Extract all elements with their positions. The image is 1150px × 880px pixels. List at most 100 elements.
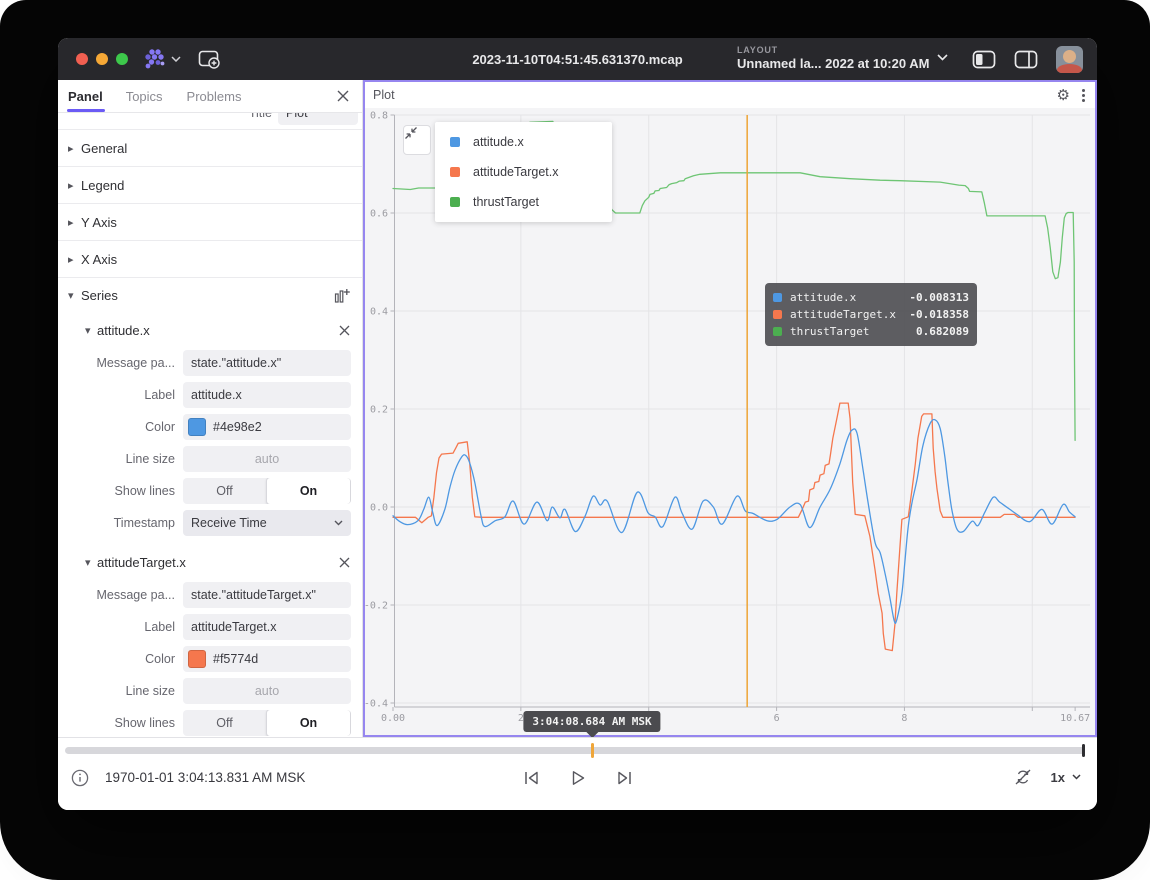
series-line-attitude.x <box>393 419 1075 623</box>
tab-topics[interactable]: Topics <box>126 89 163 104</box>
close-icon <box>339 325 350 336</box>
panel-menu-button[interactable] <box>1080 87 1087 104</box>
current-timestamp: 1970-01-01 3:04:13.831 AM MSK <box>105 770 305 785</box>
chevron-down-icon <box>1072 774 1081 780</box>
close-sidebar-button[interactable] <box>335 88 351 104</box>
sidebar-tabbar: Panel Topics Problems <box>58 80 362 113</box>
legend-item[interactable]: attitude.x <box>435 127 612 157</box>
play-button[interactable] <box>565 765 591 791</box>
field-label: Label attitudeTarget.x <box>58 611 362 643</box>
tooltip-row: attitude.x-0.008313 <box>773 289 969 306</box>
svg-text:0.4: 0.4 <box>370 307 388 318</box>
tab-panel[interactable]: Panel <box>68 89 103 104</box>
field-line-size: Line size auto <box>58 675 362 707</box>
add-panel-button[interactable] <box>197 48 221 70</box>
play-icon <box>569 769 587 787</box>
layout-switcher[interactable]: LAYOUT Unnamed la... 2022 at 10:20 AM <box>737 43 948 71</box>
field-color: Color #4e98e2 <box>58 411 362 443</box>
right-sidebar-toggle-button[interactable] <box>1014 50 1038 69</box>
tooltip-swatch <box>773 310 782 319</box>
color-swatch[interactable] <box>188 418 206 436</box>
right-sidebar-icon <box>1014 50 1038 69</box>
legend-item[interactable]: attitudeTarget.x <box>435 157 612 187</box>
tab-problems[interactable]: Problems <box>187 89 242 104</box>
label-input[interactable]: attitudeTarget.x <box>183 614 351 640</box>
show-lines-off-button[interactable]: Off <box>183 478 266 504</box>
svg-text:-0.2: -0.2 <box>365 601 388 612</box>
seek-to-start-button[interactable] <box>519 765 545 791</box>
panel-settings-button[interactable]: ⚙ <box>1057 88 1070 103</box>
playback-speed-select[interactable]: 1x <box>1051 770 1081 785</box>
data-source-info-button[interactable] <box>70 768 90 788</box>
section-legend[interactable]: ▸ Legend <box>58 166 362 203</box>
remove-series-button[interactable] <box>339 557 350 568</box>
setting-row-title-clipped: Title Plot <box>58 113 362 129</box>
plot-panel-header: Plot ⚙ <box>365 82 1095 108</box>
color-swatch[interactable] <box>188 650 206 668</box>
color-input[interactable]: #4e98e2 <box>183 414 351 440</box>
series-line-attitudeTarget.x <box>393 403 1075 650</box>
svg-text:0.8: 0.8 <box>370 111 388 122</box>
label-input[interactable]: attitude.x <box>183 382 351 408</box>
svg-text:0.2: 0.2 <box>370 405 388 416</box>
section-x-axis[interactable]: ▸ X Axis <box>58 240 362 277</box>
legend-swatch <box>450 167 460 177</box>
foxglove-logo-icon <box>142 47 168 71</box>
plot-legend: attitude.x attitudeTarget.x thrustTarget <box>435 122 612 222</box>
plot-panel[interactable]: Plot ⚙ 0.80.60.40.20.0-0.2-0.40.00246810… <box>363 80 1097 737</box>
zoom-window-button[interactable] <box>116 53 128 65</box>
timestamp-select[interactable]: Receive Time <box>183 510 351 536</box>
window-controls <box>76 53 128 65</box>
caret-right-icon: ▸ <box>68 179 80 192</box>
caret-down-icon: ▾ <box>68 289 80 302</box>
seek-end-marker <box>1082 744 1085 757</box>
add-series-button[interactable] <box>334 288 350 304</box>
close-window-button[interactable] <box>76 53 88 65</box>
remove-series-button[interactable] <box>339 325 350 336</box>
seek-playhead-marker[interactable] <box>591 743 594 758</box>
user-avatar[interactable] <box>1056 46 1083 73</box>
section-y-axis[interactable]: ▸ Y Axis <box>58 203 362 240</box>
app-menu-button[interactable] <box>142 47 181 71</box>
caret-right-icon: ▸ <box>68 142 80 155</box>
titlebar: 2023-11-10T04:51:45.631370.mcap LAYOUT U… <box>58 38 1097 80</box>
color-input[interactable]: #f5774d <box>183 646 351 672</box>
title-field-input[interactable]: Plot <box>278 113 358 125</box>
show-lines-off-button[interactable]: Off <box>183 710 266 736</box>
svg-text:8: 8 <box>901 713 907 724</box>
caret-right-icon: ▸ <box>68 253 80 266</box>
show-lines-on-button[interactable]: On <box>266 710 351 736</box>
collapse-legend-button[interactable] <box>403 125 431 155</box>
caret-down-icon: ▾ <box>85 324 97 337</box>
message-path-input[interactable]: state."attitudeTarget.x" <box>183 582 351 608</box>
seek-to-end-button[interactable] <box>611 765 637 791</box>
tooltip-row: thrustTarget0.682089 <box>773 323 969 340</box>
active-tab-indicator <box>67 109 105 112</box>
skip-backward-icon <box>522 769 542 787</box>
settings-sidebar: Panel Topics Problems Title Plot ▸ Gener… <box>58 80 363 737</box>
line-size-input[interactable]: auto <box>183 678 351 704</box>
legend-swatch <box>450 137 460 147</box>
section-series[interactable]: ▾ Series <box>58 277 362 313</box>
field-message-path: Message pa... state."attitude.x" <box>58 347 362 379</box>
minimize-window-button[interactable] <box>96 53 108 65</box>
series-attitude-x-header[interactable]: ▾ attitude.x <box>58 313 362 347</box>
series-attitudeTarget-x-header[interactable]: ▾ attitudeTarget.x <box>58 545 362 579</box>
legend-item[interactable]: thrustTarget <box>435 187 612 217</box>
collapse-icon <box>404 126 418 140</box>
show-lines-on-button[interactable]: On <box>266 478 351 504</box>
legend-label: thrustTarget <box>473 195 539 209</box>
seek-bar[interactable] <box>65 747 1085 754</box>
loop-off-icon <box>1013 767 1033 787</box>
hover-values-tooltip: attitude.x-0.008313attitudeTarget.x-0.01… <box>765 283 977 346</box>
field-message-path: Message pa... state."attitudeTarget.x" <box>58 579 362 611</box>
section-general[interactable]: ▸ General <box>58 129 362 166</box>
plot-chart-area[interactable]: 0.80.60.40.20.0-0.2-0.40.00246810.67 att… <box>365 108 1095 735</box>
left-sidebar-toggle-button[interactable] <box>972 50 996 69</box>
line-size-input[interactable]: auto <box>183 446 351 472</box>
legend-label: attitude.x <box>473 135 524 149</box>
app-window: 2023-11-10T04:51:45.631370.mcap LAYOUT U… <box>58 38 1097 810</box>
message-path-input[interactable]: state."attitude.x" <box>183 350 351 376</box>
svg-text:6: 6 <box>774 713 780 724</box>
loop-playback-button[interactable] <box>1013 767 1033 787</box>
